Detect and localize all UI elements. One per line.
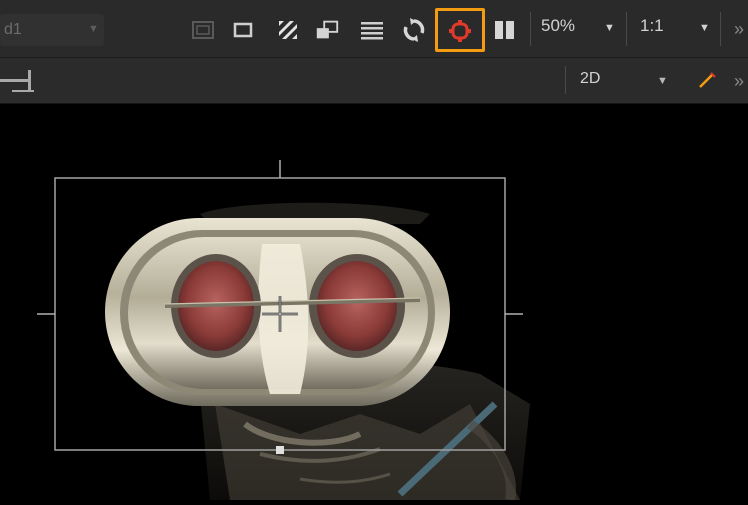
layer-dropdown-value: d1 (4, 21, 22, 38)
frame-icon[interactable] (190, 17, 216, 43)
chevron-down-icon[interactable]: ▼ (699, 22, 710, 34)
view-mode-value[interactable]: 2D (580, 70, 600, 88)
chevron-down-icon[interactable]: ▼ (604, 22, 615, 34)
viewer-image (37, 160, 530, 501)
pen-icon[interactable] (697, 70, 717, 95)
checker-icon[interactable] (275, 17, 301, 43)
viewer-canvas[interactable] (0, 104, 748, 501)
zoom-value[interactable]: 50% (541, 16, 575, 36)
more-icon[interactable]: » (734, 72, 744, 90)
more-icon[interactable]: » (734, 20, 744, 38)
ratio-value[interactable]: 1:1 (640, 16, 664, 36)
pause-icon[interactable] (492, 17, 518, 43)
window-icon[interactable] (230, 17, 256, 43)
chevron-down-icon[interactable]: ▼ (657, 75, 668, 87)
compare-icon[interactable] (314, 17, 340, 43)
chevron-down-icon: ▼ (88, 23, 99, 35)
loop-icon[interactable] (401, 17, 427, 43)
timeline-handle-icon[interactable] (0, 66, 36, 101)
viewer-subtoolbar: 2D ▼ » (0, 58, 748, 104)
toolbar-divider (626, 12, 627, 46)
viewer-toolbar: d1 ▼ 50% ▼ 1:1 ▼ » (0, 0, 748, 58)
roi-gear-icon[interactable] (447, 18, 473, 44)
toolbar-divider (720, 12, 721, 46)
layer-dropdown[interactable]: d1 ▼ (0, 14, 104, 46)
toolbar-divider (530, 12, 531, 46)
menu-lines-icon[interactable] (359, 17, 385, 43)
toolbar-divider (565, 66, 566, 94)
